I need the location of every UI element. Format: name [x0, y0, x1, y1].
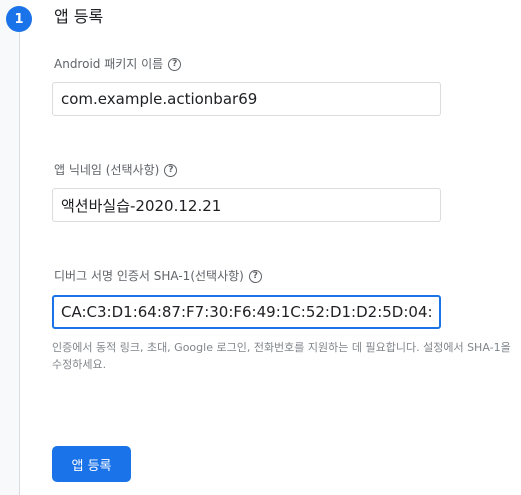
package-name-label-text: Android 패키지 이름 — [54, 57, 164, 71]
app-nickname-input[interactable] — [52, 188, 441, 222]
package-name-label: Android 패키지 이름 ? — [54, 56, 182, 72]
sha1-hint-text: 인증에서 동적 링크, 초대, Google 로그인, 전화번호를 지원하는 데… — [52, 341, 511, 371]
stepper-column — [0, 0, 20, 495]
step-title: 앱 등록 — [54, 7, 104, 26]
help-icon[interactable]: ? — [164, 163, 178, 177]
help-icon[interactable]: ? — [248, 269, 262, 283]
app-nickname-label-text: 앱 닉네임 (선택사항) — [54, 163, 160, 177]
app-nickname-label: 앱 닉네임 (선택사항) ? — [54, 162, 178, 178]
sha1-label-text: 디버그 서명 인증서 SHA-1(선택사항) — [54, 269, 244, 283]
help-icon[interactable]: ? — [168, 57, 182, 71]
package-name-input[interactable] — [52, 82, 441, 116]
sha1-label: 디버그 서명 인증서 SHA-1(선택사항) ? — [54, 268, 262, 284]
step-number-badge: 1 — [6, 6, 32, 32]
register-app-button[interactable]: 앱 등록 — [52, 446, 131, 482]
register-app-panel — [20, 0, 521, 495]
sha1-input[interactable] — [52, 295, 441, 329]
